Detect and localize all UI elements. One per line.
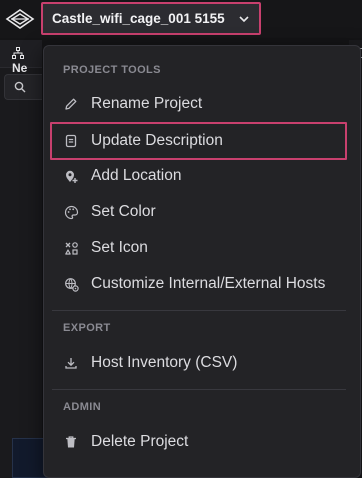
update-description-item[interactable]: Update Description: [50, 122, 347, 160]
project-name-label: Castle_wifi_cage_001 5155: [52, 11, 225, 26]
add-location-label: Add Location: [91, 167, 182, 184]
project-selector-button[interactable]: Castle_wifi_cage_001 5155: [41, 2, 261, 35]
set-color-label: Set Color: [91, 203, 156, 220]
section-label-admin: ADMIN: [63, 401, 102, 413]
search-icon: [14, 81, 26, 93]
shapes-icon: [63, 240, 79, 256]
delete-project-item[interactable]: Delete Project: [52, 425, 346, 459]
set-color-item[interactable]: Set Color: [52, 195, 346, 229]
network-panel: [0, 40, 42, 478]
pencil-icon: [63, 96, 79, 112]
customize-hosts-label: Customize Internal/External Hosts: [91, 275, 326, 292]
globe-settings-icon: [63, 276, 79, 292]
diamond-logo-icon[interactable]: [5, 9, 35, 29]
map-pin-plus-icon: [63, 168, 79, 184]
document-icon: [63, 133, 79, 149]
chevron-down-icon: [238, 13, 250, 25]
top-bar: Castle_wifi_cage_001 5155: [0, 0, 362, 38]
trash-icon: [63, 434, 79, 450]
host-inventory-csv-item[interactable]: Host Inventory (CSV): [52, 346, 346, 380]
download-icon: [63, 355, 79, 371]
palette-icon: [63, 204, 79, 220]
set-icon-item[interactable]: Set Icon: [52, 231, 346, 265]
section-label-project-tools: PROJECT TOOLS: [63, 64, 161, 76]
rename-project-item[interactable]: Rename Project: [52, 87, 346, 121]
panel-search-input[interactable]: [4, 74, 42, 100]
network-panel-header: Ne: [0, 40, 42, 75]
update-description-label: Update Description: [91, 132, 223, 149]
set-icon-label: Set Icon: [91, 239, 148, 256]
menu-divider: [52, 389, 346, 390]
rename-project-label: Rename Project: [91, 95, 203, 112]
menu-divider: [52, 310, 346, 311]
network-icon: [12, 47, 24, 59]
project-menu: PROJECT TOOLS Rename Project Update Desc…: [43, 45, 361, 478]
add-location-item[interactable]: Add Location: [52, 159, 346, 193]
host-inventory-csv-label: Host Inventory (CSV): [91, 354, 238, 371]
customize-hosts-item[interactable]: Customize Internal/External Hosts: [52, 267, 346, 301]
section-label-export: EXPORT: [63, 322, 111, 334]
network-panel-title: Ne: [12, 61, 28, 75]
delete-project-label: Delete Project: [91, 433, 189, 450]
